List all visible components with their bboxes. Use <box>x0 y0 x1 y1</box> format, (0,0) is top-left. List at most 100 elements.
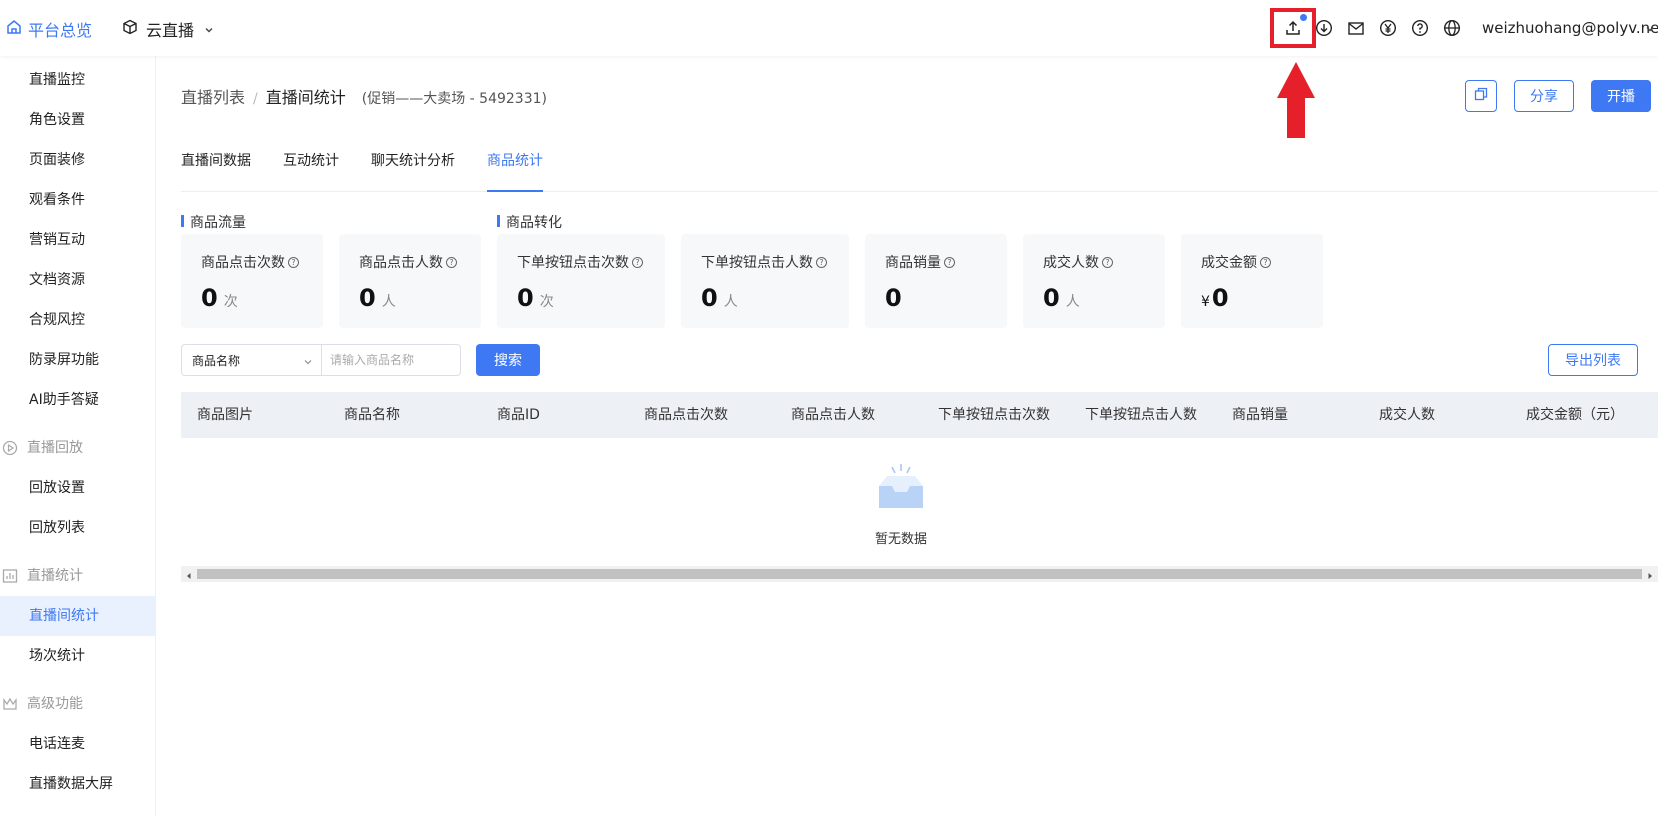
metric-label: 商品点击次数 <box>201 255 285 271</box>
sidebar-item-ai-assistant[interactable]: AI助手答疑 <box>0 380 156 420</box>
help-icon[interactable]: ? <box>446 256 457 268</box>
currency-symbol: ¥ <box>1201 294 1210 310</box>
platform-overview-label: 平台总览 <box>28 21 93 40</box>
sidebar-item-marketing[interactable]: 营销互动 <box>0 220 156 260</box>
metric-label: 成交人数 <box>1043 255 1099 271</box>
product-search-input[interactable] <box>321 344 461 376</box>
help-icon[interactable]: ? <box>1102 256 1113 268</box>
copy-button[interactable] <box>1465 80 1497 112</box>
help-icon[interactable]: ? <box>816 256 827 268</box>
sidebar-item-compliance[interactable]: 合规风控 <box>0 300 156 340</box>
column-header: 商品ID <box>497 407 540 423</box>
metric-value: 0 <box>701 284 718 312</box>
help-icon[interactable]: ? <box>632 256 643 268</box>
chevron-down-icon <box>303 356 313 370</box>
table-header: 商品图片 商品名称 商品ID 商品点击次数 商品点击人数 下单按钮点击次数 下单… <box>181 392 1658 438</box>
metric-unit: 次 <box>223 294 238 310</box>
scroll-right-icon[interactable] <box>1645 569 1655 579</box>
room-info: (促销——大卖场 - 5492331) <box>361 91 547 107</box>
sidebar-item-session-stats[interactable]: 场次统计 <box>0 636 156 676</box>
breadcrumb-live-list[interactable]: 直播列表 <box>181 84 245 108</box>
column-header: 商品销量 <box>1232 407 1288 423</box>
sidebar: 直播监控 角色设置 页面装修 观看条件 营销互动 文档资源 合规风控 防录屏功能… <box>0 56 156 816</box>
copy-icon <box>1474 87 1488 105</box>
start-live-button[interactable]: 开播 <box>1591 80 1651 112</box>
empty-inbox-icon <box>861 462 941 526</box>
product-switcher[interactable]: 云直播 <box>122 17 222 41</box>
sidebar-group-stats[interactable]: 直播统计 <box>0 556 156 596</box>
export-list-button[interactable]: 导出列表 <box>1548 344 1638 376</box>
metric-card-order-button-clicks: 下单按钮点击次数? 0次 <box>497 234 665 328</box>
sidebar-group-replay[interactable]: 直播回放 <box>0 428 156 468</box>
metric-label: 下单按钮点击次数 <box>517 255 629 271</box>
platform-overview-link[interactable]: 平台总览 <box>6 17 92 41</box>
sidebar-group-label: 高级功能 <box>27 696 83 712</box>
metric-label: 商品销量 <box>885 255 941 271</box>
metric-card-buyers: 成交人数? 0人 <box>1023 234 1165 328</box>
column-header: 下单按钮点击次数 <box>938 407 1050 423</box>
sidebar-item-roles[interactable]: 角色设置 <box>0 100 156 140</box>
sidebar-item-replay-list[interactable]: 回放列表 <box>0 508 156 548</box>
chevron-down-icon <box>204 20 222 39</box>
sidebar-item-watch-conditions[interactable]: 观看条件 <box>0 180 156 220</box>
search-field-select[interactable]: 商品名称 <box>181 344 321 376</box>
empty-state-text: 暂无数据 <box>874 532 927 547</box>
search-button[interactable]: 搜索 <box>476 344 540 376</box>
yen-icon[interactable] <box>1378 18 1398 38</box>
sidebar-item-replay-settings[interactable]: 回放设置 <box>0 468 156 508</box>
tab-interaction-stats[interactable]: 互动统计 <box>283 142 339 192</box>
metric-value: 0 <box>885 284 902 312</box>
select-value: 商品名称 <box>192 353 241 368</box>
metric-value: 0 <box>1043 284 1060 312</box>
sidebar-group-label: 直播回放 <box>27 440 83 456</box>
tab-room-data[interactable]: 直播间数据 <box>181 142 251 192</box>
column-header: 商品点击次数 <box>644 407 728 423</box>
sidebar-item-monitor[interactable]: 直播监控 <box>0 60 156 100</box>
horizontal-scrollbar[interactable] <box>181 566 1658 582</box>
sidebar-item-page-decoration[interactable]: 页面装修 <box>0 140 156 180</box>
metric-label: 商品点击人数 <box>359 255 443 271</box>
tab-product-stats[interactable]: 商品统计 <box>487 142 543 192</box>
metric-value: 0 <box>1211 284 1229 312</box>
sidebar-item-phone-mic[interactable]: 电话连麦 <box>0 724 156 764</box>
breadcrumb: 直播列表 / 直播间统计 (促销——大卖场 - 5492331) <box>181 84 547 108</box>
sidebar-item-documents[interactable]: 文档资源 <box>0 260 156 300</box>
metric-value: 0 <box>517 284 534 312</box>
metric-card-gmv: 成交金额? ¥0 <box>1181 234 1323 328</box>
help-icon[interactable]: ? <box>288 256 299 268</box>
sidebar-item-anti-recording[interactable]: 防录屏功能 <box>0 340 156 380</box>
sidebar-item-room-stats[interactable]: 直播间统计 <box>0 596 156 636</box>
metric-value: 0 <box>201 284 218 312</box>
metric-card-order-button-users: 下单按钮点击人数? 0人 <box>681 234 849 328</box>
download-icon[interactable] <box>1314 18 1334 38</box>
help-icon[interactable] <box>1410 18 1430 38</box>
metric-card-product-click-users: 商品点击人数? 0人 <box>339 234 481 328</box>
red-arrow-icon <box>1276 62 1316 142</box>
help-icon[interactable]: ? <box>1260 256 1271 268</box>
scrollbar-thumb[interactable] <box>197 569 1642 579</box>
column-header: 商品图片 <box>197 407 253 423</box>
metric-card-product-sales: 商品销量? 0 <box>865 234 1007 328</box>
help-icon[interactable]: ? <box>944 256 955 268</box>
sidebar-group-advanced[interactable]: 高级功能 <box>0 684 156 724</box>
breadcrumb-separator: / <box>253 91 258 107</box>
metric-label: 下单按钮点击人数 <box>701 255 813 271</box>
scroll-left-icon[interactable] <box>184 569 194 579</box>
metric-unit: 人 <box>1065 294 1080 310</box>
tab-chat-analysis[interactable]: 聊天统计分析 <box>371 142 455 192</box>
mail-icon[interactable] <box>1346 18 1366 38</box>
upload-badge-icon <box>1299 13 1308 22</box>
column-header: 商品名称 <box>344 407 400 423</box>
metric-label: 成交金额 <box>1201 255 1257 271</box>
column-header: 下单按钮点击人数 <box>1085 407 1197 423</box>
user-account-menu[interactable]: weizhuohang@polyv.net <box>1482 19 1658 37</box>
cube-icon <box>122 19 146 39</box>
metric-card-product-clicks: 商品点击次数? 0次 <box>181 234 323 328</box>
metric-unit: 次 <box>539 294 554 310</box>
share-button[interactable]: 分享 <box>1514 80 1574 112</box>
section-product-conversion: 商品转化 <box>497 212 562 232</box>
column-header: 成交金额（元） <box>1526 407 1624 423</box>
chevron-down-icon[interactable] <box>1645 22 1655 38</box>
globe-icon[interactable] <box>1442 18 1462 38</box>
sidebar-item-data-screen[interactable]: 直播数据大屏 <box>0 764 156 804</box>
